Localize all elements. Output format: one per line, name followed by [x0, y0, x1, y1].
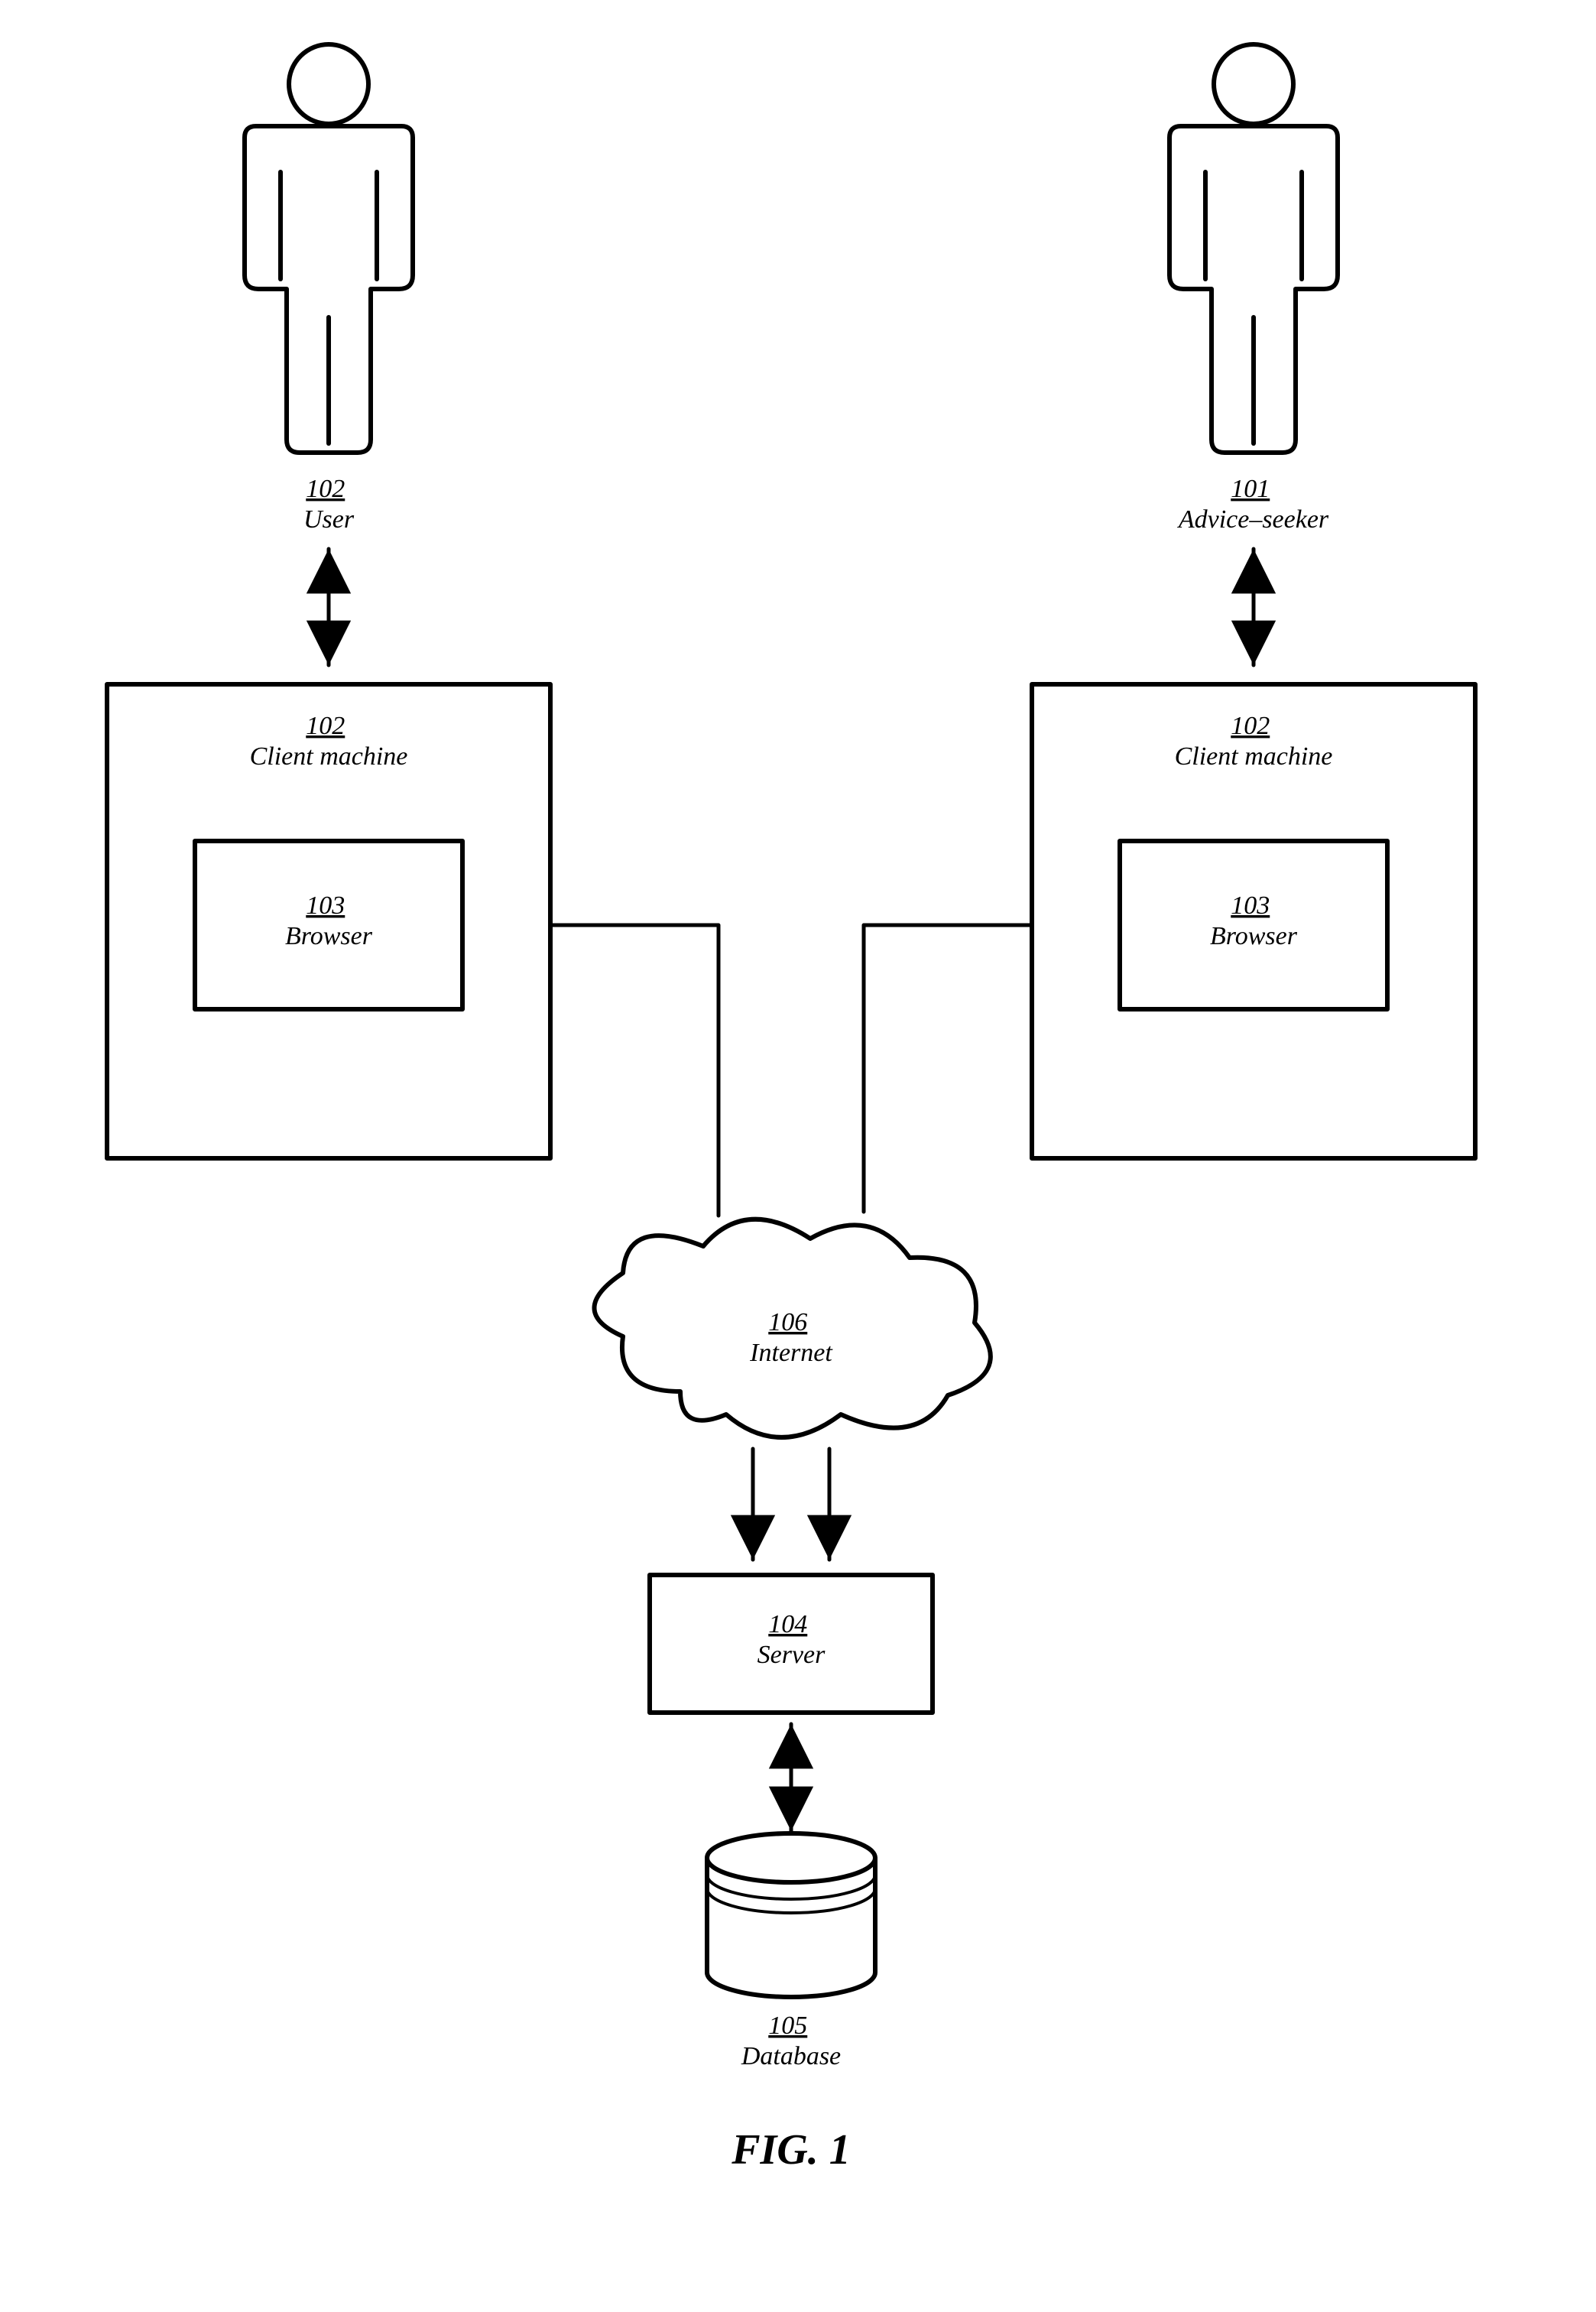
edge-client-right-internet: [864, 925, 1032, 1212]
svg-text:102 Client machine: 102 Client machine: [250, 712, 408, 771]
figure-caption: FIG. 1: [731, 2126, 851, 2174]
browser-left: 103 Browser: [195, 841, 462, 1009]
svg-text:105 Database: 105 Database: [741, 2012, 841, 2070]
edge-client-left-internet: [550, 925, 719, 1216]
advice-seeker-icon: [1169, 44, 1338, 453]
database-cylinder: 105 Database: [707, 1833, 875, 2070]
svg-text:106 Internet: 106 Internet: [749, 1308, 833, 1367]
svg-text:103 Browser: 103 Browser: [285, 891, 373, 950]
user-icon: [245, 44, 413, 453]
diagram: 102 User 101 Advice–seeker 102 Client ma…: [0, 0, 1596, 2312]
user-label: 102 User: [303, 475, 355, 534]
advice-seeker-label: 101 Advice–seeker: [1177, 475, 1329, 534]
client-machine-right: 102 Client machine 103 Browser: [1032, 684, 1475, 1158]
browser-right: 103 Browser: [1120, 841, 1387, 1009]
svg-text:104 Server: 104 Server: [757, 1610, 826, 1669]
server-box: 104 Server: [650, 1575, 933, 1713]
client-machine-left: 102 Client machine 103 Browser: [107, 684, 550, 1158]
internet-cloud: 106 Internet: [595, 1219, 991, 1437]
svg-text:102 Client machine: 102 Client machine: [1175, 712, 1333, 771]
svg-text:103 Browser: 103 Browser: [1210, 891, 1298, 950]
